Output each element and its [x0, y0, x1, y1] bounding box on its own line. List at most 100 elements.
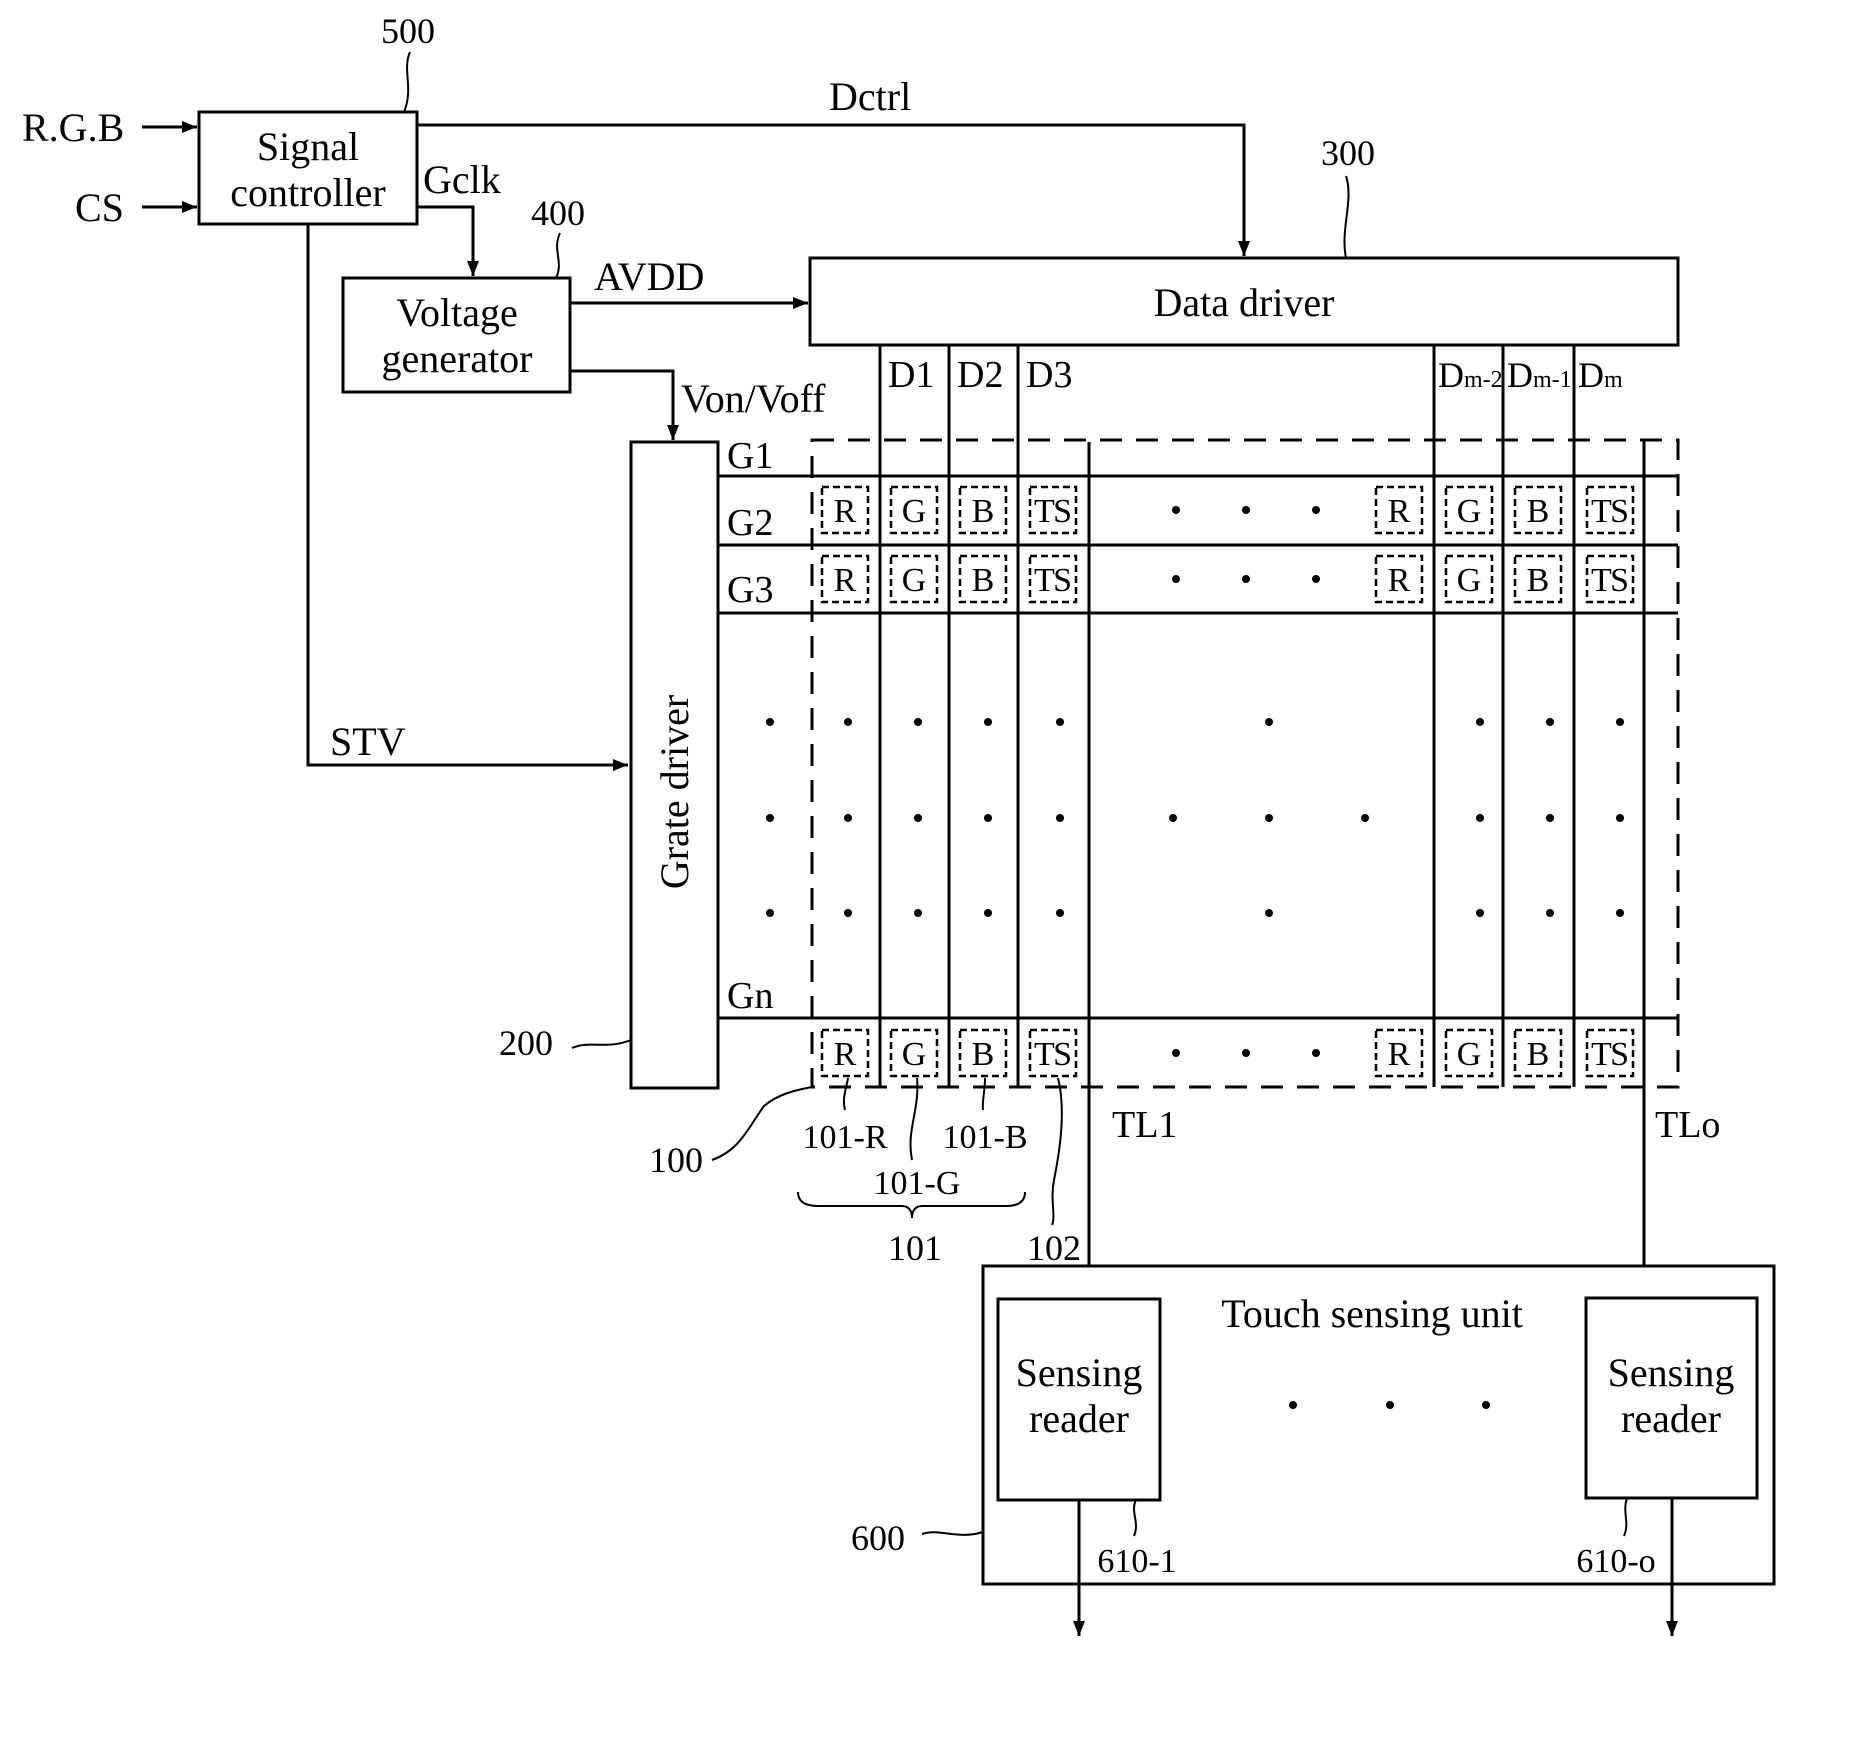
pixel-cell-label: G	[902, 493, 927, 530]
ellipsis-dot	[844, 718, 852, 726]
pixel-cell-label: G	[902, 1036, 927, 1073]
ellipsis-dot	[1482, 1401, 1490, 1409]
gclk-signal-line	[417, 205, 479, 276]
von-voff-signal-line	[570, 369, 679, 440]
ellipsis-dot	[1242, 1049, 1250, 1057]
signal-controller-block: Signal controller	[197, 110, 419, 226]
input-label-cs: CS	[75, 185, 124, 230]
pixel-cell-g: G	[889, 554, 939, 604]
sensing-reader-first-label-line2: reader	[1029, 1396, 1129, 1441]
ellipsis-dot	[766, 718, 774, 726]
pixel-cell-label: B	[1527, 1036, 1550, 1073]
pixel-cell-b: B	[1513, 485, 1563, 535]
pixel-cell-label: B	[1527, 562, 1550, 599]
leader-line-500	[403, 51, 411, 113]
pixel-cell-label: R	[1388, 493, 1411, 530]
sensing-reader-first-block: Sensing reader	[996, 1297, 1162, 1502]
ellipsis-dot	[1265, 718, 1273, 726]
ellipsis-dot	[1265, 909, 1273, 917]
pixel-cell-label: G	[1457, 493, 1482, 530]
sensing-reader-last-label-line2: reader	[1621, 1396, 1721, 1441]
pixel-cell-r: R	[820, 1028, 870, 1078]
ellipsis-dot	[1056, 718, 1064, 726]
pixel-cell-g: G	[1444, 1028, 1494, 1078]
gate-label-g2: G2	[727, 502, 773, 544]
voltage-generator-label-line1: Voltage	[396, 290, 517, 335]
pixel-cell-ts: TS	[1028, 554, 1078, 604]
gate-driver-label: Grate driver	[652, 695, 697, 889]
data-label-dm-1: Dm-1	[1507, 355, 1572, 395]
touch-line-label-tlo: TLo	[1655, 1104, 1720, 1146]
sensing-reader-last-label-line1: Sensing	[1608, 1350, 1735, 1395]
touch-sensing-unit-label: Touch sensing unit	[1221, 1291, 1523, 1336]
ellipsis-dot	[914, 814, 922, 822]
gate-label-gn: Gn	[727, 975, 773, 1017]
data-label-dm-1-base: D	[1507, 355, 1533, 395]
data-label-d2: D2	[957, 354, 1003, 396]
ref-label-102: 102	[1027, 1228, 1081, 1268]
data-label-dm-2-sub: m-2	[1464, 367, 1503, 393]
leader-line-400	[555, 232, 561, 279]
pixel-cell-g: G	[889, 485, 939, 535]
pixel-cell-b: B	[1513, 554, 1563, 604]
pixel-cell-r: R	[820, 554, 870, 604]
ellipsis-dot	[914, 909, 922, 917]
pixel-cell-g: G	[1444, 554, 1494, 604]
voltage-generator-block: Voltage generator	[341, 276, 572, 394]
ellipsis-dot	[1265, 814, 1273, 822]
pixel-cell-label: G	[1457, 1036, 1482, 1073]
leader-line-300	[1343, 175, 1350, 259]
pixel-cell-label: B	[972, 562, 995, 599]
pixel-cell-label: TS	[1034, 1036, 1072, 1073]
pixel-cell-label: TS	[1591, 562, 1629, 599]
ellipsis-dot	[1312, 575, 1320, 583]
ref-label-101-g: 101-G	[874, 1165, 961, 1202]
leader-line-200	[571, 1039, 632, 1049]
pixel-cell-ts: TS	[1028, 485, 1078, 535]
pixel-cell-label: R	[1388, 1036, 1411, 1073]
dctrl-label: Dctrl	[829, 74, 911, 119]
leader-line-600	[921, 1531, 984, 1536]
pixel-cell-label: R	[834, 562, 857, 599]
pixel-cell-label: G	[1457, 562, 1482, 599]
ref-label-101: 101	[888, 1228, 942, 1268]
signal-controller-label-line2: controller	[230, 170, 386, 215]
pixel-cell-r: R	[1374, 1028, 1424, 1078]
gate-label-g3: G3	[727, 569, 773, 611]
sensing-reader-last-block: Sensing reader	[1584, 1296, 1759, 1500]
pixel-cell-label: B	[972, 493, 995, 530]
ref-label-101-r: 101-R	[803, 1119, 888, 1156]
ref-label-500: 500	[381, 11, 435, 51]
leader-line-101-g	[909, 1077, 919, 1161]
ellipsis-dot	[914, 718, 922, 726]
stv-label: STV	[330, 719, 406, 764]
pixel-cells: R G B TS R G B TS R G B TS R G B TS R G B TS R G B TS	[820, 485, 1635, 1078]
data-label-dm-base: D	[1578, 355, 1604, 395]
ellipsis-dot	[1476, 718, 1484, 726]
pixel-cell-r: R	[820, 485, 870, 535]
pixel-cell-ts: TS	[1585, 554, 1635, 604]
pixel-cell-label: R	[834, 493, 857, 530]
ellipsis-dot	[766, 909, 774, 917]
pixel-cell-label: R	[834, 1036, 857, 1073]
ellipsis-dot	[984, 718, 992, 726]
ref-label-200: 200	[499, 1023, 553, 1063]
ellipsis-dot	[1172, 1049, 1180, 1057]
ellipsis-dot	[1242, 575, 1250, 583]
ellipsis-dot	[1476, 814, 1484, 822]
voltage-generator-label-line2: generator	[381, 336, 532, 381]
ref-label-600: 600	[851, 1518, 905, 1558]
leader-line-101-b	[981, 1077, 986, 1111]
pixel-cell-g: G	[889, 1028, 939, 1078]
ellipsis-dot	[844, 814, 852, 822]
ellipsis-dot	[1546, 909, 1554, 917]
ellipsis-dot	[984, 909, 992, 917]
ellipsis-dot	[984, 814, 992, 822]
ellipsis-dot	[1312, 1049, 1320, 1057]
ellipsis-dot	[1616, 909, 1624, 917]
gate-driver-block: Grate driver	[629, 440, 720, 1090]
pixel-cell-label: R	[1388, 562, 1411, 599]
data-label-dm-2: Dm-2	[1438, 355, 1503, 395]
data-label-d3: D3	[1026, 354, 1072, 396]
sensing-reader-first-label-line1: Sensing	[1016, 1350, 1143, 1395]
